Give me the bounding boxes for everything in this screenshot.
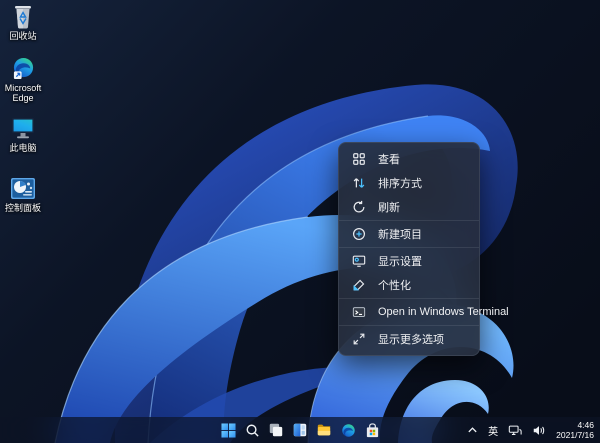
network-icon bbox=[508, 424, 522, 437]
menu-item-label: Open in Windows Terminal bbox=[378, 306, 509, 318]
tray-overflow-button[interactable] bbox=[466, 419, 479, 441]
task-view-icon bbox=[268, 422, 284, 438]
widgets-button[interactable] bbox=[288, 418, 312, 442]
desktop-icon-label: 回收站 bbox=[9, 31, 36, 41]
menu-item-label: 显示更多选项 bbox=[378, 331, 444, 347]
edge-taskbar-button[interactable] bbox=[336, 418, 360, 442]
clock-time: 4:46 bbox=[577, 420, 594, 430]
menu-item-label: 个性化 bbox=[378, 277, 411, 293]
desktop-icon-control-panel[interactable]: 控制面板 bbox=[1, 175, 45, 213]
menu-item-label: 排序方式 bbox=[378, 175, 422, 191]
personalize-icon bbox=[351, 277, 367, 293]
file-explorer-button[interactable] bbox=[312, 418, 336, 442]
microsoft-store-icon bbox=[365, 423, 380, 438]
new-item-icon bbox=[351, 226, 367, 242]
search-icon bbox=[245, 423, 260, 438]
menu-item-sort-by[interactable]: 排序方式 bbox=[339, 171, 479, 195]
menu-item-label: 查看 bbox=[378, 151, 400, 167]
network-button[interactable] bbox=[507, 419, 523, 441]
recycle-bin-icon bbox=[10, 3, 36, 29]
edge-icon bbox=[10, 55, 36, 81]
menu-separator bbox=[339, 247, 479, 248]
menu-item-label: 刷新 bbox=[378, 199, 400, 215]
desktop-context-menu: 查看 排序方式 刷新 bbox=[338, 142, 480, 356]
clock-date: 2021/7/16 bbox=[556, 430, 594, 440]
widgets-icon bbox=[292, 422, 308, 438]
menu-separator bbox=[339, 220, 479, 221]
chevron-up-icon bbox=[467, 425, 478, 436]
desktop-icon-label: 此电脑 bbox=[9, 143, 36, 153]
refresh-icon bbox=[351, 199, 367, 215]
terminal-icon bbox=[351, 304, 367, 320]
taskbar-tray: 英 4:46 2021/7/16 bbox=[466, 417, 595, 443]
menu-separator bbox=[339, 325, 479, 326]
menu-item-show-more-options[interactable]: 显示更多选项 bbox=[339, 327, 479, 351]
desktop-icon-label: Microsoft Edge bbox=[1, 83, 45, 103]
display-settings-icon bbox=[351, 253, 367, 269]
menu-item-refresh[interactable]: 刷新 bbox=[339, 195, 479, 219]
desktop-icon-label: 控制面板 bbox=[5, 203, 41, 213]
menu-item-label: 显示设置 bbox=[378, 253, 422, 269]
menu-item-open-in-windows-terminal[interactable]: Open in Windows Terminal bbox=[339, 300, 479, 324]
menu-item-label: 新建项目 bbox=[378, 226, 422, 242]
volume-icon bbox=[532, 424, 546, 437]
desktop-icon-recycle-bin[interactable]: 回收站 bbox=[1, 3, 45, 41]
this-pc-icon bbox=[10, 115, 36, 141]
start-button[interactable] bbox=[216, 418, 240, 442]
control-panel-icon bbox=[10, 175, 36, 201]
sort-icon bbox=[351, 175, 367, 191]
edge-icon bbox=[341, 423, 356, 438]
volume-button[interactable] bbox=[531, 419, 547, 441]
menu-item-personalize[interactable]: 个性化 bbox=[339, 273, 479, 297]
task-view-button[interactable] bbox=[264, 418, 288, 442]
view-icon bbox=[351, 151, 367, 167]
desktop-icon-edge[interactable]: Microsoft Edge bbox=[1, 55, 45, 103]
menu-item-new-item[interactable]: 新建项目 bbox=[339, 222, 479, 246]
desktop-icon-this-pc[interactable]: 此电脑 bbox=[1, 115, 45, 153]
menu-separator bbox=[339, 298, 479, 299]
menu-item-view[interactable]: 查看 bbox=[339, 147, 479, 171]
search-button[interactable] bbox=[240, 418, 264, 442]
file-explorer-icon bbox=[316, 422, 332, 438]
language-indicator[interactable]: 英 bbox=[487, 419, 499, 441]
wallpaper-bloom bbox=[0, 0, 600, 443]
clock[interactable]: 4:46 2021/7/16 bbox=[555, 419, 595, 441]
store-button[interactable] bbox=[360, 418, 384, 442]
menu-item-display-settings[interactable]: 显示设置 bbox=[339, 249, 479, 273]
desktop: 回收站 Microsoft Edge bbox=[0, 0, 600, 443]
windows-logo-icon bbox=[221, 423, 236, 438]
taskbar: 英 4:46 2021/7/16 bbox=[0, 417, 600, 443]
more-options-icon bbox=[351, 331, 367, 347]
taskbar-center-group bbox=[216, 417, 384, 443]
